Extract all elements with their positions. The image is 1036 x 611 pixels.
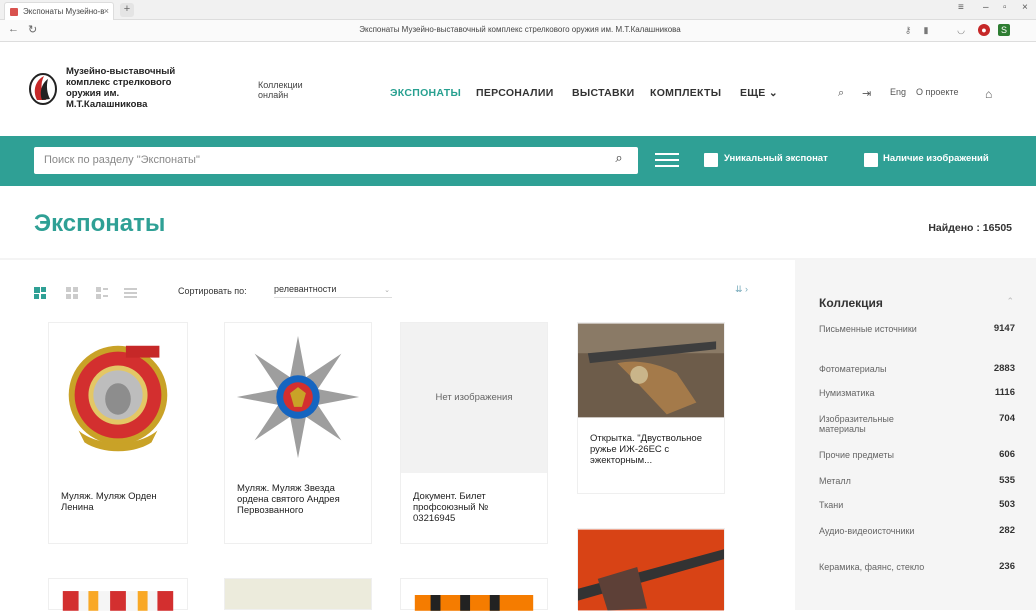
page-title: Экспонаты [34, 210, 166, 237]
exhibit-card[interactable]: Нет изображения Документ. Билет профсоюз… [400, 322, 548, 544]
order-of-lenin-image [68, 345, 168, 452]
extension-icon[interactable]: ● [978, 24, 990, 36]
site-header: Музейно-выставочный комплекс стрелкового… [0, 42, 1036, 136]
view-grid-icon[interactable] [66, 287, 79, 300]
menu-icon[interactable]: ≡ [958, 2, 964, 13]
sidebar-item-metal[interactable]: Металл 535 [819, 476, 1015, 487]
minimize-icon[interactable]: – [983, 2, 989, 13]
exhibit-card[interactable] [48, 578, 188, 611]
museum-logo-icon[interactable] [28, 72, 58, 106]
language-switch[interactable]: Eng [890, 87, 906, 97]
search-bar: Поиск по разделу "Экспонаты" ⌕ Уникальны… [0, 136, 1036, 186]
unique-exhibit-checkbox[interactable] [704, 153, 718, 167]
nav-exhibitions[interactable]: ВЫСТАВКИ [572, 87, 634, 99]
filter-settings-icon[interactable] [655, 150, 679, 170]
exhibit-card[interactable]: Муляж. Муляж Звезда ордена святого Андре… [224, 322, 372, 544]
star-order-image [236, 335, 360, 459]
extension-s-icon[interactable]: S [998, 24, 1010, 36]
nav-sets[interactable]: КОМПЛЕКТЫ [650, 87, 721, 99]
key-icon[interactable]: ⚷ [902, 24, 914, 36]
sidebar-item-numismatics[interactable]: Нумизматика 1116 [819, 388, 1015, 399]
card-caption[interactable]: Муляж. Муляж Звезда ордена святого Андре… [237, 483, 365, 516]
site-favicon-icon [10, 8, 18, 16]
bookmark-icon[interactable]: ▮ [920, 24, 932, 36]
exhibit-card[interactable]: Открытка. "Двуствольное ружье ИЖ-26ЕС с … [577, 322, 725, 494]
maximize-icon[interactable]: ▫ [1003, 2, 1007, 13]
chevron-down-icon: ⌄ [384, 287, 390, 294]
new-tab-button[interactable]: + [120, 3, 134, 17]
search-input[interactable]: Поиск по разделу "Экспонаты" [34, 147, 638, 174]
view-list-thumbs-icon[interactable] [96, 287, 109, 300]
sort-direction-icon[interactable]: ⇊ › [735, 284, 748, 295]
back-icon[interactable]: ← [8, 23, 19, 35]
exhibit-card[interactable] [400, 578, 548, 611]
sidebar-item-photos[interactable]: Фотоматериалы 2883 [819, 364, 1015, 375]
museum-name[interactable]: Музейно-выставочный комплекс стрелкового… [66, 66, 216, 110]
sort-label: Сортировать по: [178, 286, 247, 296]
sort-select[interactable]: релевантности ⌄ [274, 284, 392, 298]
has-images-checkbox[interactable] [864, 153, 878, 167]
sidebar-title: Коллекция [819, 296, 883, 310]
shotgun-image [578, 529, 724, 611]
ribbon-image [414, 595, 534, 611]
sidebar-item-fabrics[interactable]: Ткани 503 [819, 500, 1015, 511]
card-caption[interactable]: Муляж. Муляж Орден Ленина [61, 491, 181, 513]
has-images-label[interactable]: Наличие изображений [883, 153, 989, 164]
sidebar-item-other-items[interactable]: Прочие предметы 606 [819, 450, 1015, 461]
card-caption[interactable]: Открытка. "Двуствольное ружье ИЖ-26ЕС с … [590, 433, 716, 466]
browser-tabbar: Экспонаты Музейно-в × + ≡ – ▫ × [0, 0, 1036, 20]
search-button-icon[interactable]: ⌕ [608, 150, 630, 170]
collections-online-link[interactable]: Коллекции онлайн [258, 80, 328, 100]
view-list-icon[interactable] [124, 287, 137, 300]
login-icon[interactable]: ⇥ [862, 87, 871, 100]
exhibit-card[interactable]: Муляж. Муляж Орден Ленина [48, 322, 188, 544]
nav-persons[interactable]: ПЕРСОНАЛИИ [476, 87, 554, 99]
ribbon-image [62, 591, 174, 611]
sidebar-item-ceramics[interactable]: Керамика, фаянс, стекло 236 [819, 562, 1015, 573]
no-image-placeholder: Нет изображения [401, 323, 547, 473]
sidebar-item-visual-materials[interactable]: Изобразительные материалы 704 [819, 414, 1015, 435]
reload-icon[interactable]: ↻ [28, 23, 37, 36]
sidebar-item-written-sources[interactable]: Письменные источники 9147 [819, 324, 1015, 335]
address-bar: ← ↻ Экспонаты Музейно-выставочный компле… [0, 20, 1036, 42]
shotgun-postcard-image [578, 323, 724, 418]
unique-exhibit-label[interactable]: Уникальный экспонат [724, 153, 828, 164]
close-window-icon[interactable]: × [1022, 2, 1028, 13]
close-tab-icon[interactable]: × [104, 6, 109, 16]
museum-building-icon[interactable]: ⌂ [985, 87, 992, 101]
pocket-icon[interactable]: ◡ [955, 24, 967, 36]
url-text[interactable]: Экспонаты Музейно-выставочный комплекс с… [200, 25, 840, 34]
view-tiles-icon[interactable] [34, 287, 47, 300]
nav-exhibits[interactable]: ЭКСПОНАТЫ [390, 87, 461, 99]
found-count: Найдено : 16505 [928, 222, 1012, 234]
search-icon[interactable]: ⌕ [838, 87, 844, 100]
collection-filter-sidebar: Коллекция ⌃ Письменные источники 9147 Фо… [795, 260, 1036, 610]
exhibit-card[interactable] [577, 528, 725, 611]
browser-tab[interactable]: Экспонаты Музейно-в × [4, 2, 114, 20]
tab-title: Экспонаты Музейно-в [23, 7, 105, 16]
card-caption[interactable]: Документ. Билет профсоюзный № 03216945 [413, 491, 533, 524]
exhibit-card[interactable] [224, 578, 372, 610]
chevron-up-icon[interactable]: ⌃ [1006, 296, 1014, 307]
sidebar-item-audio-video[interactable]: Аудио-видеоисточники 282 [819, 526, 1015, 537]
nav-more[interactable]: ЕЩЕ ⌄ [740, 87, 778, 99]
about-link[interactable]: О проекте [916, 87, 958, 97]
chevron-down-icon: ⌄ [768, 87, 778, 99]
